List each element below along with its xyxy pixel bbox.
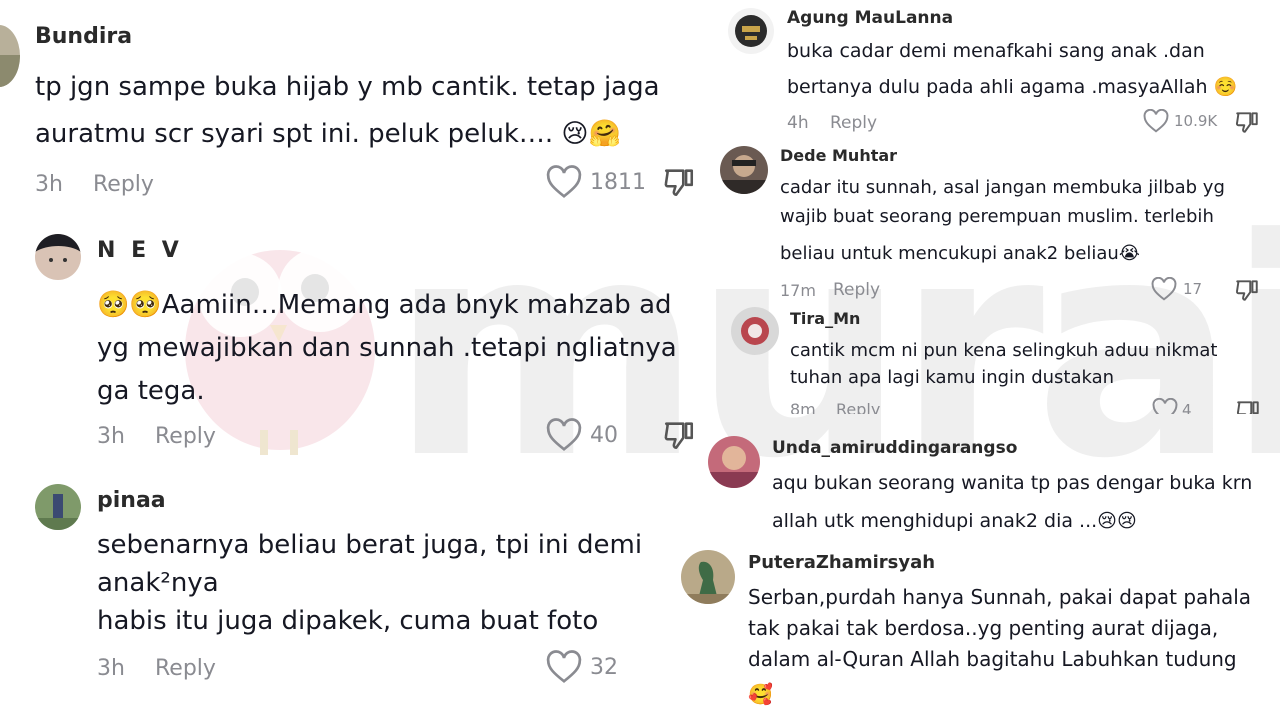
like-button[interactable]: 10.9K (1143, 109, 1217, 133)
avatar[interactable] (681, 550, 735, 604)
thumbs-down-icon (1235, 112, 1258, 133)
avatar[interactable] (35, 484, 81, 530)
dislike-button[interactable] (1235, 398, 1261, 414)
comment-line: tp jgn sampe buka hijab y mb cantik. tet… (35, 72, 660, 102)
comment-line: tuhan apa lagi kamu ingin dustakan (790, 367, 1115, 388)
comment-text: buka cadar demi menafkahi sang anak .dan… (787, 33, 1237, 105)
avatar[interactable] (728, 8, 774, 54)
heart-outline-icon (546, 418, 582, 451)
comment-line: auratmu scr syari spt ini. peluk peluk….… (35, 119, 621, 149)
like-button[interactable]: 4 (1152, 398, 1192, 414)
avatar[interactable] (731, 307, 779, 355)
comment-line: bertanya dulu pada ahli agama .masyaAlla… (787, 76, 1238, 98)
heart-outline-icon (546, 165, 582, 198)
comment-text: cantik mcm ni pun kena selingkuh aduu ni… (790, 337, 1217, 391)
reply-button[interactable]: Reply (93, 172, 154, 197)
comment-text: Serban,purdah hanya Sunnah, pakai dapat … (748, 582, 1251, 710)
reply-button[interactable]: Reply (155, 656, 216, 681)
comment-text: cadar itu sunnah, asal jangan membuka ji… (780, 173, 1225, 268)
comment-text: aqu bukan seorang wanita tp pas dengar b… (772, 464, 1252, 540)
username[interactable]: Agung MauLanna (787, 8, 953, 28)
comment-text: tp jgn sampe buka hijab y mb cantik. tet… (35, 64, 660, 158)
comment-line: wajib buat seorang perempuan muslim. ter… (780, 206, 1214, 227)
like-count: 4 (1182, 401, 1192, 414)
like-count: 17 (1183, 280, 1203, 298)
heart-outline-icon (1152, 398, 1178, 414)
comment-line: yg mewajibkan dan sunnah .tetapi ngliatn… (97, 333, 677, 363)
comment-line: sebenarnya beliau berat juga, tpi ini de… (97, 530, 643, 560)
like-count: 32 (590, 654, 618, 680)
comment-time: 3h (97, 656, 125, 681)
thumbs-down-icon (664, 169, 694, 197)
like-count: 1811 (590, 169, 646, 195)
like-count: 10.9K (1174, 112, 1218, 130)
comment-time: 3h (97, 424, 125, 449)
like-button[interactable]: 32 (546, 650, 618, 684)
username[interactable]: N E V (97, 238, 183, 263)
heart-outline-icon (1143, 109, 1169, 133)
comment-line: dalam al-Quran Allah bagitahu Labuhkan t… (748, 647, 1237, 671)
comment-line: anak²nya (97, 568, 219, 598)
comment-time: 4h (787, 113, 809, 133)
comment-text: sebenarnya beliau berat juga, tpi ini de… (97, 526, 642, 640)
comment-time: 8m (790, 400, 816, 414)
comment-text: 🥺🥺Aamiin…Memang ada bnyk mahzab ad yg me… (97, 284, 677, 413)
comment-line: allah utk menghidupi anak2 dia ...😢😢 (772, 510, 1137, 532)
avatar[interactable] (720, 146, 768, 194)
reply-button[interactable]: Reply (833, 280, 880, 300)
avatar[interactable] (0, 25, 20, 87)
username[interactable]: pinaa (97, 488, 166, 513)
username[interactable]: Tira_Mn (790, 309, 860, 328)
like-button[interactable]: 1811 (546, 165, 646, 199)
comment-line: beliau untuk mencukupi anak2 beliau😭 (780, 243, 1140, 264)
comment-line: 🥺🥺Aamiin…Memang ada bnyk mahzab ad (97, 290, 672, 320)
like-button[interactable]: 40 (546, 418, 618, 452)
comment-time: 3h (35, 172, 63, 197)
reply-button[interactable]: Reply (830, 113, 877, 133)
username[interactable]: PuteraZhamirsyah (748, 552, 935, 573)
dislike-button[interactable] (662, 165, 696, 199)
like-count: 40 (590, 422, 618, 448)
avatar[interactable] (35, 234, 81, 280)
comment-line: 🥰 (748, 682, 773, 706)
comment-line: Serban,purdah hanya Sunnah, pakai dapat … (748, 585, 1252, 609)
dislike-button[interactable] (1234, 109, 1260, 135)
comment-line: buka cadar demi menafkahi sang anak .dan (787, 40, 1205, 62)
clipped-meta-row: 8m Reply 4 (780, 398, 1280, 414)
username[interactable]: Bundira (35, 24, 132, 49)
comment-line: aqu bukan seorang wanita tp pas dengar b… (772, 472, 1253, 494)
like-button[interactable]: 17 (1151, 277, 1202, 301)
thumbs-down-icon (664, 422, 694, 450)
comment-line: cadar itu sunnah, asal jangan membuka ji… (780, 177, 1225, 198)
dislike-button[interactable] (662, 418, 696, 452)
dislike-button[interactable] (1234, 277, 1260, 303)
username[interactable]: Unda_amiruddingarangso (772, 438, 1017, 458)
username[interactable]: Dede Muhtar (780, 146, 897, 165)
heart-outline-icon (1151, 277, 1177, 301)
comment-line: cantik mcm ni pun kena selingkuh aduu ni… (790, 340, 1218, 361)
avatar[interactable] (708, 436, 760, 488)
reply-button[interactable]: Reply (836, 400, 880, 414)
comment-line: habis itu juga dipakek, cuma buat foto (97, 606, 599, 636)
reply-button[interactable]: Reply (155, 424, 216, 449)
heart-outline-icon (546, 650, 582, 683)
thumbs-down-icon (1235, 280, 1258, 301)
comment-time: 17m (780, 281, 816, 300)
thumbs-down-icon (1236, 401, 1259, 414)
comment-line: ga tega. (97, 376, 205, 406)
comment-line: tak pakai tak berdosa..yg penting aurat … (748, 616, 1219, 640)
